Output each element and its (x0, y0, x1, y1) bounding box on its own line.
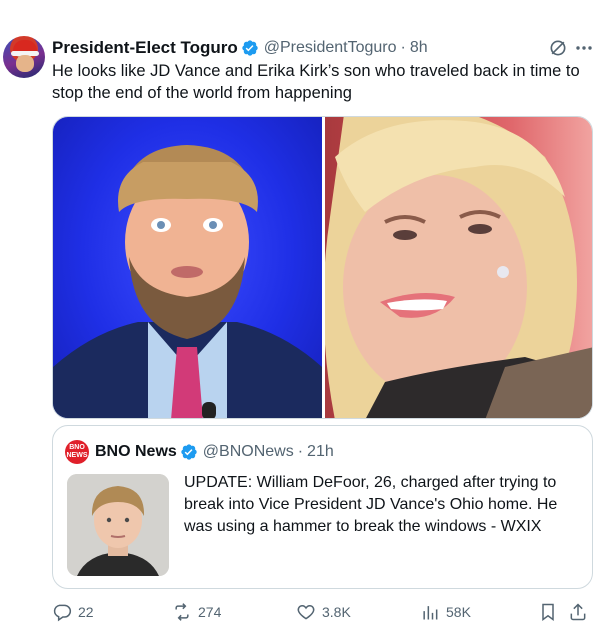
photo-man[interactable] (53, 117, 322, 418)
like-button[interactable]: 3.8K (296, 600, 351, 624)
more-options-icon[interactable] (573, 37, 595, 59)
view-count: 58K (446, 604, 471, 620)
repost-count: 274 (198, 604, 222, 620)
reply-icon (53, 604, 72, 622)
verified-badge-icon[interactable] (241, 39, 259, 57)
tweet-timestamp[interactable]: 8h (410, 39, 428, 57)
quoted-verified-badge-icon[interactable] (180, 443, 198, 461)
quoted-tweet[interactable]: BNO NEWS BNO News @BNONews · 21h UPDATE:… (52, 425, 593, 589)
bookmark-icon (542, 603, 554, 621)
quoted-separator-dot: · (297, 443, 304, 460)
repost-button[interactable]: 274 (172, 600, 221, 624)
action-bar: 22 274 3.8K 58K (52, 600, 592, 624)
author-handle[interactable]: @PresidentToguro (264, 39, 397, 57)
quoted-author-avatar[interactable]: BNO NEWS (65, 440, 89, 464)
quoted-tweet-text: UPDATE: William DeFoor, 26, charged afte… (184, 474, 558, 535)
share-button[interactable] (568, 600, 588, 624)
quoted-author-display-name[interactable]: BNO News (95, 443, 177, 461)
quoted-tweet-timestamp[interactable]: 21h (307, 443, 334, 461)
quoted-tweet-header: BNO News @BNONews · 21h (95, 440, 334, 464)
grok-icon[interactable] (548, 38, 568, 58)
share-icon (570, 603, 586, 621)
views-chart-icon (423, 606, 438, 620)
separator-dot: · (400, 39, 406, 56)
quoted-media-thumbnail[interactable] (67, 474, 169, 576)
repost-icon (175, 603, 189, 621)
author-display-name[interactable]: President-Elect Toguro (52, 38, 238, 58)
tweet[interactable]: President-Elect Toguro @PresidentToguro … (0, 0, 604, 640)
like-count: 3.8K (322, 604, 351, 620)
heart-icon (297, 604, 315, 620)
author-avatar[interactable] (3, 36, 45, 78)
photo-woman[interactable] (325, 117, 592, 418)
reply-count: 22 (78, 604, 94, 620)
views-button[interactable]: 58K (420, 600, 471, 624)
reply-button[interactable]: 22 (52, 600, 94, 624)
tweet-text: He looks like JD Vance and Erika Kirk’s … (52, 62, 580, 102)
tweet-media[interactable] (52, 116, 593, 419)
quoted-author-handle[interactable]: @BNONews (203, 443, 294, 461)
bookmark-button[interactable] (538, 600, 558, 624)
tweet-header: President-Elect Toguro @PresidentToguro … (52, 37, 428, 59)
avatar-face (16, 55, 34, 72)
